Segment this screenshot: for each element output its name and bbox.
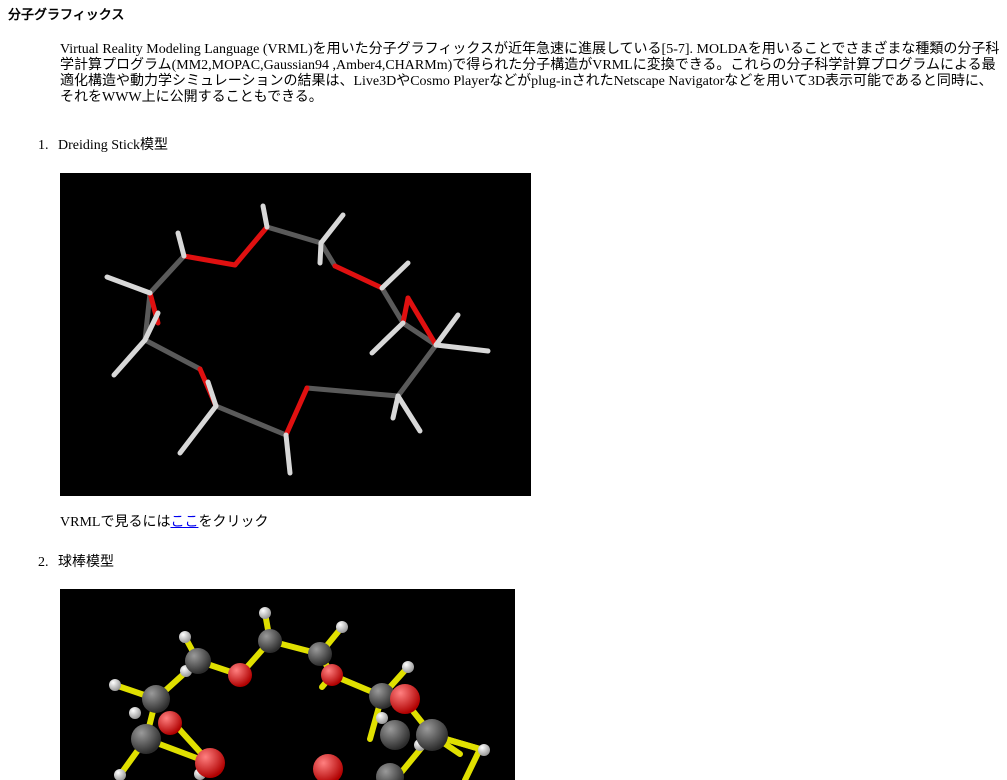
ball-and-stick-model-image [60,589,515,780]
caption-text-after: をクリック [198,515,269,530]
list-item-1-label: 1. Dreiding Stick模型 [38,138,168,154]
stick-model-svg [104,203,491,476]
list-item-number: 1. [38,138,49,153]
caption-text-before: VRMLで見るには [60,515,171,530]
list-item-number: 2. [38,555,49,570]
stick-model-image [60,173,531,496]
vrml-link[interactable]: ここ [170,515,198,530]
list-item-title: Dreiding Stick模型 [58,138,169,153]
intro-paragraph: Virtual Reality Modeling Language (VRML)… [60,42,1000,105]
page-title: 分子グラフィックス [8,8,125,23]
ball-stick-model-svg [109,607,490,780]
list-item-2-label: 2. 球棒模型 [38,555,114,571]
page: 分子グラフィックス Virtual Reality Modeling Langu… [0,0,1007,780]
list-item-title: 球棒模型 [58,555,114,570]
vrml-caption: VRMLで見るにはここをクリック [60,515,268,531]
